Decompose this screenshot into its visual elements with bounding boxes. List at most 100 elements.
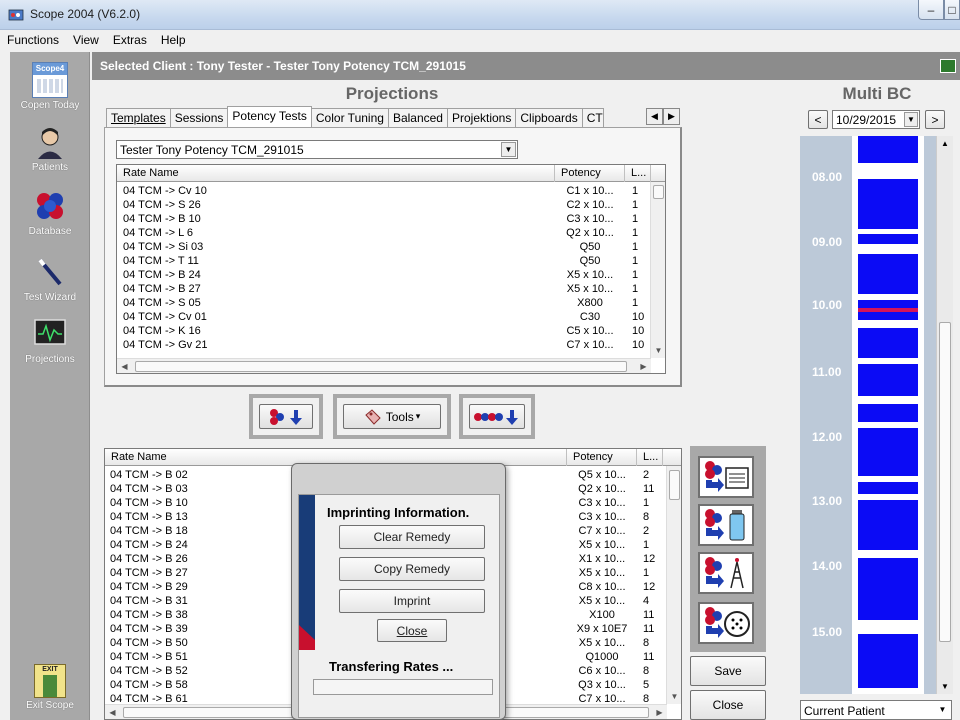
tab-scroll: ◀ ▶ [646, 108, 680, 125]
schedule-timeline[interactable]: 08.00 09.00 10.00 11.00 12.00 13.00 14.0… [800, 136, 936, 694]
person-icon [38, 128, 62, 159]
menu-help[interactable]: Help [154, 30, 193, 50]
column-header-rate-name[interactable]: Rate Name [117, 165, 555, 182]
table-row[interactable]: 04 TCM -> B 24 X5 x 10... 1 [117, 268, 647, 282]
scroll-down-icon[interactable]: ▼ [651, 343, 665, 358]
previous-date-button[interactable]: < [808, 110, 828, 129]
calendar-icon: Scope4 [32, 62, 68, 98]
imprint-to-device-button[interactable] [698, 602, 754, 644]
current-time-marker [858, 308, 918, 312]
schedule-slot[interactable] [858, 328, 918, 358]
top-list-vertical-scrollbar[interactable]: ▲ ▼ [650, 182, 665, 358]
schedule-slot[interactable] [858, 136, 918, 163]
tab-projektions[interactable]: Projektions [446, 108, 517, 128]
scroll-thumb[interactable] [939, 322, 951, 642]
scroll-up-icon[interactable]: ▲ [937, 136, 953, 151]
date-select[interactable]: 10/29/2015 ▼ [832, 110, 920, 129]
sidebar-item-database[interactable]: Database [10, 188, 90, 237]
tab-clipboards[interactable]: Clipboards [515, 108, 583, 128]
session-select[interactable]: Tester Tony Potency TCM_291015 ▼ [116, 140, 518, 159]
tab-balanced[interactable]: Balanced [387, 108, 448, 128]
table-row[interactable]: 04 TCM -> Si 03 Q50 1 [117, 240, 647, 254]
column-header-potency[interactable]: Potency [555, 165, 625, 182]
imprint-to-bottle-button[interactable] [698, 504, 754, 546]
table-row[interactable]: 04 TCM -> Cv 01 C30 10 [117, 310, 647, 324]
dropdown-arrow-icon[interactable]: ▼ [935, 703, 950, 718]
scroll-thumb[interactable] [653, 185, 664, 199]
copy-remedy-button[interactable]: Copy Remedy [339, 557, 485, 581]
top-list-horizontal-scrollbar[interactable]: ◀ ▶ [117, 358, 651, 373]
add-all-button[interactable] [469, 404, 525, 429]
tab-potency-tests[interactable]: Potency Tests [227, 106, 312, 128]
tab-scroll-right-button[interactable]: ▶ [663, 108, 680, 125]
scroll-right-icon[interactable]: ▶ [652, 705, 667, 719]
schedule-slot[interactable] [858, 254, 918, 294]
tools-button[interactable]: Tools ▾ [343, 404, 441, 429]
schedule-slot[interactable] [858, 558, 918, 620]
menu-view[interactable]: View [66, 30, 106, 50]
menu-functions[interactable]: Functions [0, 30, 66, 50]
menu-extras[interactable]: Extras [106, 30, 154, 50]
next-date-button[interactable]: > [925, 110, 945, 129]
dropdown-arrow-icon[interactable]: ▼ [904, 112, 918, 127]
tab-color-tuning[interactable]: Color Tuning [310, 108, 389, 128]
column-header-potency[interactable]: Potency [567, 449, 637, 466]
clear-remedy-button[interactable]: Clear Remedy [339, 525, 485, 549]
potency-rates-list[interactable]: Rate Name Potency L... 04 TCM -> Cv 10 C1… [116, 164, 666, 374]
scroll-right-icon[interactable]: ▶ [636, 359, 651, 373]
dropdown-arrow-icon[interactable]: ▼ [501, 142, 516, 157]
potency-cell: C2 x 10... [566, 199, 614, 211]
schedule-slot[interactable] [858, 428, 918, 476]
schedule-slot[interactable] [858, 364, 918, 396]
table-row[interactable]: 04 TCM -> L 6 Q2 x 10... 1 [117, 226, 647, 240]
monitor-icon[interactable] [940, 59, 956, 73]
schedule-slot[interactable] [858, 404, 918, 422]
add-selected-button[interactable] [259, 404, 313, 429]
timeline-scrollbar[interactable]: ▲ ▼ [936, 136, 953, 694]
tab-scroll-left-button[interactable]: ◀ [646, 108, 663, 125]
table-row[interactable]: 04 TCM -> B 27 X5 x 10... 1 [117, 282, 647, 296]
schedule-slot[interactable] [858, 634, 918, 688]
sidebar-item-projections[interactable]: Projections [10, 316, 90, 365]
close-button[interactable]: Close [690, 690, 766, 720]
exit-scope-button[interactable]: EXIT Exit Scope [10, 664, 90, 711]
maximize-button[interactable]: □ [944, 0, 960, 20]
scroll-thumb[interactable] [135, 361, 627, 372]
dialog-close-button[interactable]: Close [377, 619, 447, 642]
bottom-list-vertical-scrollbar[interactable]: ▲ ▼ [666, 466, 681, 704]
scroll-down-icon[interactable]: ▼ [667, 689, 681, 704]
schedule-slot[interactable] [858, 179, 918, 229]
schedule-slot[interactable] [858, 482, 918, 494]
schedule-slot[interactable] [858, 500, 918, 550]
sidebar-item-patients[interactable]: Patients [10, 124, 90, 173]
save-button[interactable]: Save [690, 656, 766, 686]
table-row[interactable]: 04 TCM -> Gv 21 C7 x 10... 10 [117, 338, 647, 352]
session-select-value: Tester Tony Potency TCM_291015 [120, 143, 304, 157]
patient-select[interactable]: Current Patient ▼ [800, 700, 952, 720]
imprint-to-card-button[interactable] [698, 456, 754, 498]
column-header-level[interactable]: L... [637, 449, 663, 466]
column-header-level[interactable]: L... [625, 165, 651, 182]
multi-bc-title: Multi BC [842, 84, 912, 103]
tab-ct[interactable]: CT [581, 108, 604, 128]
table-row[interactable]: 04 TCM -> S 05 X800 1 [117, 296, 647, 310]
table-row[interactable]: 04 TCM -> T 11 Q50 1 [117, 254, 647, 268]
sidebar-item-copen-today[interactable]: Scope4 Copen Today [10, 62, 90, 111]
scroll-left-icon[interactable]: ◀ [105, 705, 120, 719]
sidebar-item-test-wizard[interactable]: Test Wizard [10, 254, 90, 303]
level-cell: 1 [632, 185, 639, 197]
level-cell: 1 [643, 497, 650, 509]
broadcast-button[interactable] [698, 552, 754, 594]
table-row[interactable]: 04 TCM -> K 16 C5 x 10... 10 [117, 324, 647, 338]
scroll-left-icon[interactable]: ◀ [117, 359, 132, 373]
scroll-down-icon[interactable]: ▼ [937, 679, 953, 694]
minimize-button[interactable]: – [918, 0, 944, 20]
table-row[interactable]: 04 TCM -> B 10 C3 x 10... 1 [117, 212, 647, 226]
table-row[interactable]: 04 TCM -> S 26 C2 x 10... 1 [117, 198, 647, 212]
scroll-thumb[interactable] [669, 470, 680, 500]
table-row[interactable]: 04 TCM -> Cv 10 C1 x 10... 1 [117, 184, 647, 198]
imprint-button[interactable]: Imprint [339, 589, 485, 613]
schedule-slot[interactable] [858, 234, 918, 244]
tab-sessions[interactable]: Sessions [169, 108, 229, 128]
tab-templates[interactable]: Templates [106, 108, 171, 128]
